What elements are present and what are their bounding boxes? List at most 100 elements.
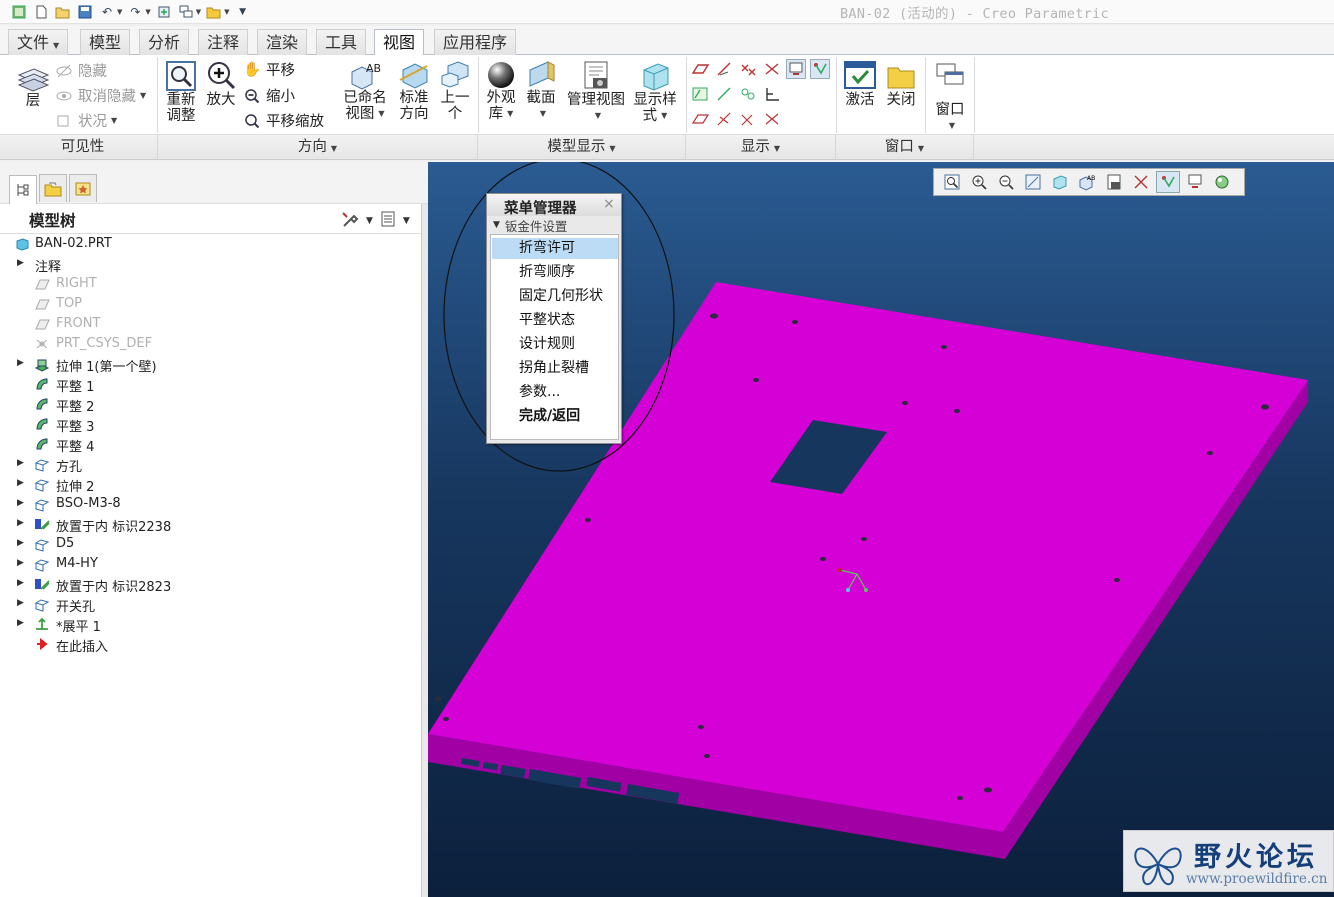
undo-icon[interactable]: ↶ bbox=[98, 3, 116, 21]
tree-item[interactable]: ▶ 方孔 bbox=[0, 454, 423, 475]
tree-item[interactable]: PRT_CSYS_DEF bbox=[0, 334, 423, 354]
menu-item[interactable]: 参数... bbox=[492, 382, 618, 403]
standard-orientation-button[interactable]: 标准 方向 bbox=[395, 60, 433, 122]
view-manager-icon[interactable] bbox=[1102, 171, 1126, 193]
spin-center-icon[interactable] bbox=[1156, 171, 1180, 193]
tree-item[interactable]: FRONT bbox=[0, 314, 423, 334]
status-button[interactable]: 状况 ▼ bbox=[56, 110, 117, 131]
section-button[interactable]: 截面 ▼ bbox=[523, 60, 559, 122]
close-button[interactable]: 关闭 bbox=[882, 60, 920, 108]
group-orientation[interactable]: 方向 ▼ bbox=[158, 135, 478, 160]
expand-triangle-icon[interactable]: ▶ bbox=[17, 558, 27, 570]
zoom-in-icon[interactable] bbox=[967, 171, 991, 193]
menu-item[interactable]: 固定几何形状 bbox=[492, 286, 618, 307]
expand-triangle-icon[interactable]: ▶ bbox=[17, 538, 27, 550]
appearance-icon[interactable] bbox=[1210, 171, 1234, 193]
regenerate-icon[interactable] bbox=[155, 3, 173, 21]
favorites-tab-icon[interactable] bbox=[69, 174, 97, 202]
open-icon[interactable] bbox=[54, 3, 72, 21]
tree-root[interactable]: BAN-02.PRT bbox=[0, 234, 423, 254]
annotation-display-icon[interactable] bbox=[1183, 171, 1207, 193]
submenu-header[interactable]: ▼ 钣金件设置 bbox=[490, 216, 618, 234]
pan-zoom-button[interactable]: 平移缩放 bbox=[244, 110, 324, 131]
settings-tools-icon[interactable] bbox=[340, 210, 360, 231]
folder-browser-tab-icon[interactable] bbox=[39, 174, 67, 202]
refit-icon[interactable] bbox=[940, 171, 964, 193]
menu-item[interactable]: 完成/返回 bbox=[492, 406, 618, 427]
redo-dropdown-icon[interactable]: ▼ bbox=[145, 8, 150, 16]
tab-file[interactable]: 文件 ▼ bbox=[8, 29, 69, 55]
csys-off-icon[interactable] bbox=[762, 109, 782, 129]
tree-item[interactable]: 平整 2 bbox=[0, 394, 423, 415]
tree-item[interactable]: ▶ 开关孔 bbox=[0, 594, 423, 615]
plane-tag-display-icon[interactable] bbox=[690, 84, 710, 104]
tree-item[interactable]: 在此插入 bbox=[0, 634, 423, 655]
tree-item[interactable]: ▶ 拉伸 1(第一个壁) bbox=[0, 354, 423, 375]
axis-off-icon[interactable] bbox=[714, 109, 734, 129]
windows-icon[interactable] bbox=[177, 3, 195, 21]
windows-button[interactable]: 窗口 ▼ bbox=[930, 60, 970, 134]
refit-button[interactable]: 重新 调整 bbox=[163, 60, 199, 124]
manage-views-button[interactable]: 管理视图 ▼ bbox=[563, 60, 629, 124]
axis-display-icon[interactable] bbox=[714, 59, 734, 79]
menu-item[interactable]: 设计规则 bbox=[492, 334, 618, 355]
tab-annotate[interactable]: 注释 bbox=[198, 29, 249, 55]
tree-item[interactable]: ▶ 注释 bbox=[0, 254, 423, 275]
menu-item[interactable]: 平整状态 bbox=[492, 310, 618, 331]
chevron-down-icon[interactable]: ▼ bbox=[403, 216, 410, 226]
appearance-gallery-button[interactable]: 外观 库 ▼ bbox=[481, 60, 521, 122]
tree-item[interactable]: RIGHT bbox=[0, 274, 423, 294]
save-icon[interactable] bbox=[76, 3, 94, 21]
show-list-icon[interactable] bbox=[379, 210, 397, 231]
tree-item[interactable]: ▶ 放置于内 标识2823 bbox=[0, 574, 423, 595]
tab-model[interactable]: 模型 bbox=[80, 29, 131, 55]
annotation-display-icon[interactable] bbox=[786, 59, 806, 79]
expand-triangle-icon[interactable]: ▶ bbox=[17, 618, 27, 630]
menu-item[interactable]: 折弯许可 bbox=[492, 238, 618, 259]
hide-button[interactable]: 隐藏 bbox=[56, 60, 107, 81]
point-off-icon[interactable] bbox=[738, 109, 758, 129]
model-tree-tab-icon[interactable] bbox=[9, 175, 37, 204]
tree-item[interactable]: 平整 3 bbox=[0, 414, 423, 435]
zoom-in-button[interactable]: 放大 bbox=[203, 60, 239, 108]
tab-applications[interactable]: 应用程序 bbox=[434, 29, 517, 55]
group-show[interactable]: 显示 ▼ bbox=[686, 135, 836, 160]
plane-off-icon[interactable] bbox=[690, 109, 710, 129]
chevron-down-icon[interactable]: ▼ bbox=[366, 216, 373, 226]
tree-item[interactable]: TOP bbox=[0, 294, 423, 314]
expand-triangle-icon[interactable]: ▶ bbox=[17, 458, 27, 470]
zoom-out-button[interactable]: 缩小 bbox=[244, 85, 295, 106]
tab-view[interactable]: 视图 bbox=[374, 29, 425, 56]
previous-view-button[interactable]: 上一 个 bbox=[437, 60, 473, 122]
csys-display-icon[interactable] bbox=[762, 59, 782, 79]
pan-button[interactable]: ✋ 平移 bbox=[243, 59, 295, 80]
expand-triangle-icon[interactable]: ▶ bbox=[17, 578, 27, 590]
tree-item[interactable]: ▶ *展平 1 bbox=[0, 614, 423, 635]
axis-tag-display-icon[interactable] bbox=[714, 84, 734, 104]
expand-triangle-icon[interactable]: ▶ bbox=[17, 258, 27, 270]
csys-tag-display-icon[interactable] bbox=[762, 84, 782, 104]
menu-item[interactable]: 拐角止裂槽 bbox=[492, 358, 618, 379]
customize-icon[interactable]: ▼ bbox=[234, 3, 252, 21]
expand-triangle-icon[interactable]: ▶ bbox=[17, 498, 27, 510]
redo-icon[interactable]: ↷ bbox=[126, 3, 144, 21]
plane-display-icon[interactable] bbox=[690, 59, 710, 79]
menu-item[interactable]: 折弯顺序 bbox=[492, 262, 618, 283]
tree-item[interactable]: ▶ 拉伸 2 bbox=[0, 474, 423, 495]
named-views-button[interactable]: AB 已命名 视图 ▼ bbox=[340, 60, 390, 122]
group-window[interactable]: 窗口 ▼ bbox=[836, 135, 974, 160]
expand-triangle-icon[interactable]: ▶ bbox=[17, 358, 27, 370]
unhide-button[interactable]: 取消隐藏 ▼ bbox=[56, 85, 146, 106]
undo-dropdown-icon[interactable]: ▼ bbox=[117, 8, 122, 16]
tree-item[interactable]: ▶ 放置于内 标识2238 bbox=[0, 514, 423, 535]
panel-resize-bar[interactable] bbox=[421, 204, 428, 897]
new-icon[interactable] bbox=[32, 3, 50, 21]
saved-orientations-icon[interactable]: AB bbox=[1075, 171, 1099, 193]
tree-item[interactable]: ▶ M4-HY bbox=[0, 554, 423, 574]
group-visibility[interactable]: 可见性 bbox=[8, 135, 158, 160]
datum-display-filters-icon[interactable] bbox=[1129, 171, 1153, 193]
tree-item[interactable]: 平整 1 bbox=[0, 374, 423, 395]
display-style-icon[interactable] bbox=[1048, 171, 1072, 193]
layers-button[interactable]: 层 bbox=[14, 63, 52, 109]
tree-item[interactable]: ▶ BSO-M3-8 bbox=[0, 494, 423, 514]
